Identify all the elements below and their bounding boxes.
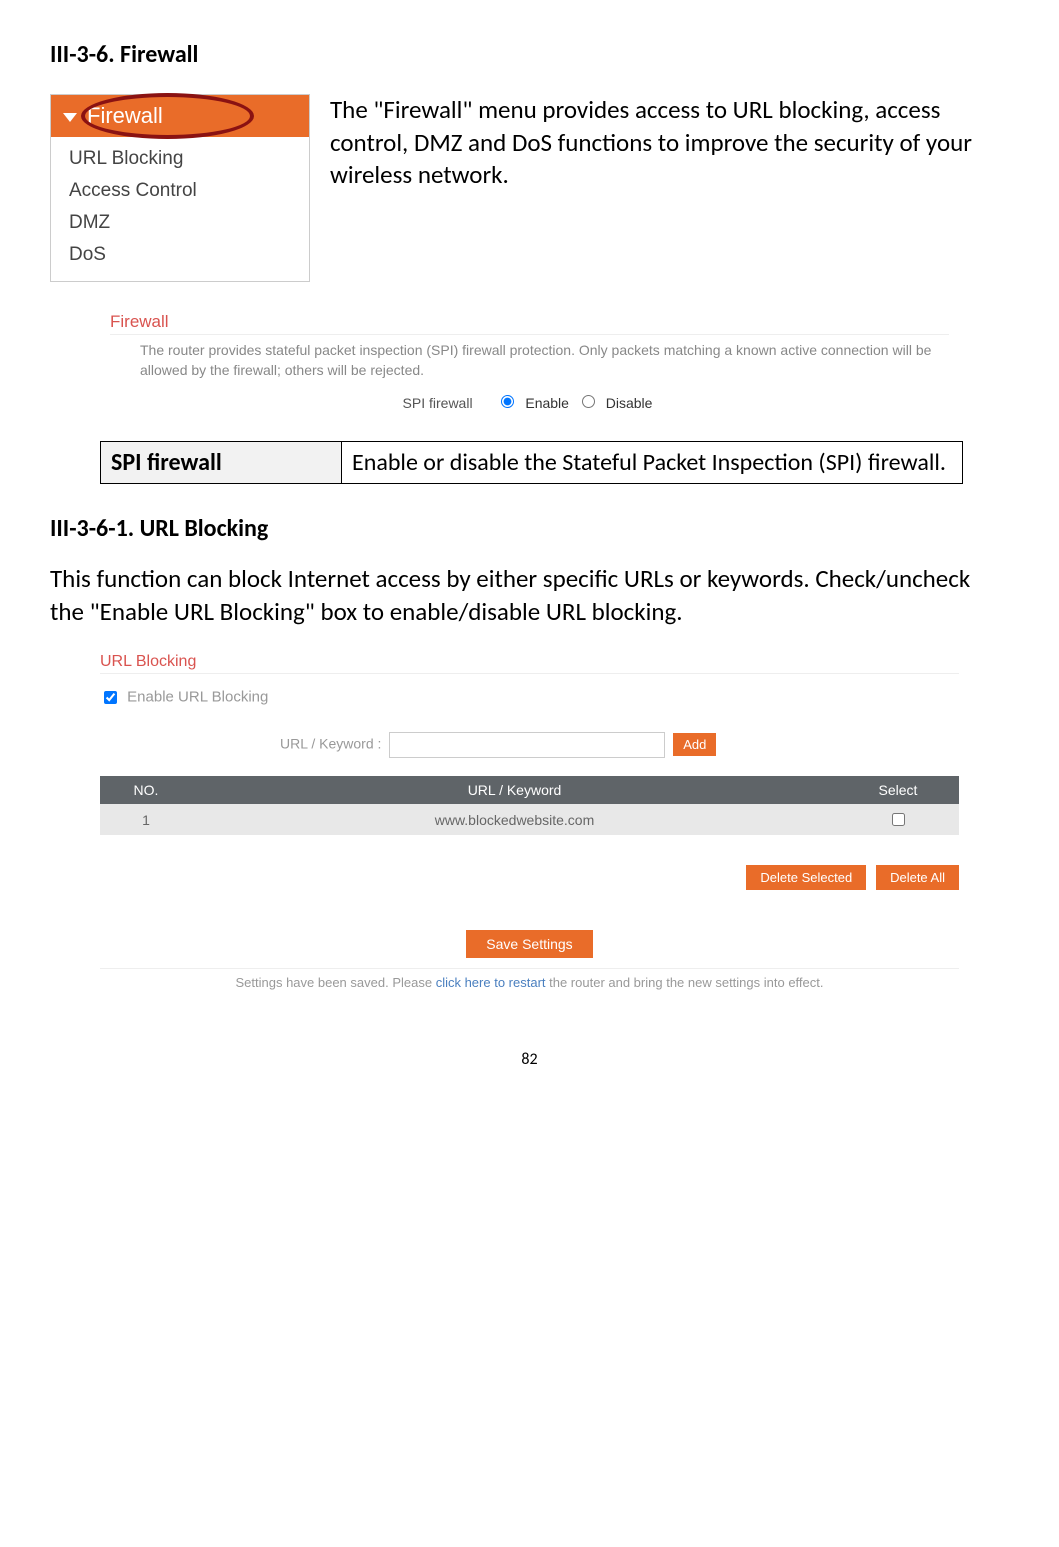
save-row: Save Settings xyxy=(100,930,959,958)
restart-message: Settings have been saved. Please click h… xyxy=(100,968,959,990)
def-term: SPI firewall xyxy=(101,442,342,484)
url-keyword-row: URL / Keyword : Add xyxy=(100,732,959,758)
url-keyword-input[interactable] xyxy=(389,732,665,758)
spi-enable-radio[interactable] xyxy=(501,395,514,408)
url-keyword-label: URL / Keyword : xyxy=(280,736,381,752)
col-url: URL / Keyword xyxy=(192,776,837,804)
panel-description: The router provides stateful packet insp… xyxy=(110,341,949,380)
cell-no: 1 xyxy=(100,804,192,835)
col-no: NO. xyxy=(100,776,192,804)
url-blocking-panel: URL Blocking Enable URL Blocking URL / K… xyxy=(100,653,959,990)
intro-text: The "Firewall" menu provides access to U… xyxy=(330,94,1009,282)
restart-pre: Settings have been saved. Please xyxy=(235,975,432,990)
restart-link[interactable]: click here to restart xyxy=(432,975,549,990)
url-blocking-table: NO. URL / Keyword Select 1 www.blockedwe… xyxy=(100,776,959,835)
section-heading: III-3-6. Firewall xyxy=(50,40,1009,69)
url-blocking-intro: This function can block Internet access … xyxy=(50,563,1009,628)
enable-url-blocking-checkbox[interactable] xyxy=(104,691,117,704)
save-settings-button[interactable]: Save Settings xyxy=(466,930,592,958)
delete-all-button[interactable]: Delete All xyxy=(876,865,959,890)
spi-disable-radio[interactable] xyxy=(582,395,595,408)
panel-title-url-blocking: URL Blocking xyxy=(100,653,959,674)
definition-table: SPI firewall Enable or disable the State… xyxy=(100,441,963,484)
restart-post: the router and bring the new settings in… xyxy=(549,975,823,990)
intro-row: Firewall URL Blocking Access Control DMZ… xyxy=(50,94,1009,282)
menu-header-label: Firewall xyxy=(87,103,163,128)
table-row: SPI firewall Enable or disable the State… xyxy=(101,442,963,484)
chevron-down-icon xyxy=(63,113,77,122)
enable-url-blocking-label: Enable URL Blocking xyxy=(127,689,268,706)
table-row: 1 www.blockedwebsite.com xyxy=(100,804,959,835)
menu-item-url-blocking[interactable]: URL Blocking xyxy=(69,143,291,175)
menu-item-access-control[interactable]: Access Control xyxy=(69,175,291,207)
enable-url-blocking-row: Enable URL Blocking xyxy=(100,688,959,707)
spi-disable-label: Disable xyxy=(606,395,653,411)
menu-header-firewall[interactable]: Firewall xyxy=(51,95,309,137)
subsection-heading: III-3-6-1. URL Blocking xyxy=(50,514,1009,543)
panel-title-firewall: Firewall xyxy=(110,312,949,335)
add-button[interactable]: Add xyxy=(673,733,716,756)
delete-selected-button[interactable]: Delete Selected xyxy=(746,865,866,890)
spi-label: SPI firewall xyxy=(403,395,473,411)
delete-buttons-row: Delete Selected Delete All xyxy=(100,865,959,890)
spi-enable-label: Enable xyxy=(525,395,569,411)
cell-url: www.blockedwebsite.com xyxy=(192,804,837,835)
firewall-menu-screenshot: Firewall URL Blocking Access Control DMZ… xyxy=(50,94,310,282)
page-number: 82 xyxy=(50,1050,1009,1069)
col-select: Select xyxy=(837,776,959,804)
firewall-settings-panel: Firewall The router provides stateful pa… xyxy=(110,312,949,411)
table-header-row: NO. URL / Keyword Select xyxy=(100,776,959,804)
cell-select xyxy=(837,804,959,835)
def-definition: Enable or disable the Stateful Packet In… xyxy=(342,442,963,484)
spi-firewall-row: SPI firewall Enable Disable xyxy=(110,392,949,411)
menu-items: URL Blocking Access Control DMZ DoS xyxy=(51,137,309,281)
menu-item-dmz[interactable]: DMZ xyxy=(69,207,291,239)
row-select-checkbox[interactable] xyxy=(892,813,905,826)
menu-item-dos[interactable]: DoS xyxy=(69,239,291,271)
